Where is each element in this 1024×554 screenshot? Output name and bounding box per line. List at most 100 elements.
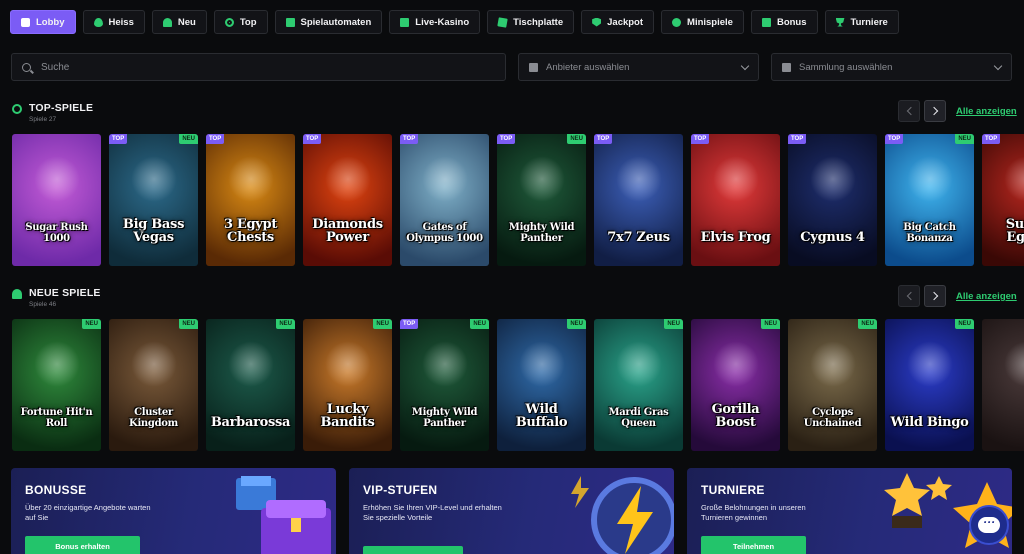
game-tile[interactable]: Mighty Wild Panther TOP NEU — [497, 134, 586, 266]
game-title: Fortune Hit'n Roll — [20, 407, 93, 429]
new-badge: NEU — [567, 134, 586, 144]
top-badge: TOP — [691, 134, 710, 144]
collection-select[interactable]: Sammlung auswählen — [771, 53, 1012, 81]
game-tile[interactable]: Cyclops Unchained NEU — [788, 319, 877, 451]
game-art-highlight — [34, 156, 80, 202]
new-games-row: Fortune Hit'n Roll NEU Cluster Kingdom NEU B… — [12, 319, 1024, 451]
nav-neu[interactable]: Neu — [151, 10, 207, 34]
game-title: Diamonds Power — [312, 217, 383, 245]
game-title: Mardi Gras Queen — [608, 407, 669, 429]
section-count: Spiele 46 — [29, 301, 57, 308]
game-tile[interactable]: Big Bass Vegas TOP NEU — [109, 134, 198, 266]
top-badge: TOP — [594, 134, 613, 144]
game-art-highlight — [422, 341, 468, 387]
next-button[interactable] — [924, 100, 946, 122]
game-art-highlight — [131, 156, 177, 202]
next-button[interactable] — [924, 285, 946, 307]
top-badge: TOP — [982, 134, 1001, 144]
promo-text: Über 20 einzigartige Angebote warten auf… — [25, 503, 151, 522]
chat-icon — [978, 517, 1000, 533]
vip-button[interactable] — [363, 546, 463, 554]
game-tile[interactable]: Sugar Rush 1000 — [12, 134, 101, 266]
game-tile[interactable]: Super Egypt TOP — [982, 134, 1024, 266]
category-nav: Lobby Heiss Neu Top Spielautomaten Live-… — [10, 10, 899, 36]
game-tile[interactable]: Wild Buffalo NEU — [497, 319, 586, 451]
game-tile[interactable]: 7x7 Zeus TOP — [594, 134, 683, 266]
game-tile[interactable]: Big Catch Bonanza TOP NEU — [885, 134, 974, 266]
game-tile[interactable]: Elvis Frog TOP — [691, 134, 780, 266]
game-title: Barbarossa — [210, 415, 291, 430]
gamepad-icon — [21, 17, 30, 27]
game-tile[interactable]: Cygnus 4 TOP — [788, 134, 877, 266]
chevron-right-icon — [929, 106, 938, 116]
game-tile[interactable]: Gorilla Boost NEU — [691, 319, 780, 451]
gift-icon — [761, 17, 771, 27]
live-casino-icon — [400, 17, 410, 27]
game-art-highlight — [34, 341, 80, 387]
nav-tischplatte[interactable]: Tischplatte — [487, 10, 575, 34]
promo-bonuses: BONUSSE Über 20 einzigartige Angebote wa… — [11, 468, 336, 554]
nav-label: Tischplatte — [513, 16, 564, 28]
nav-label: Spielautomaten — [300, 16, 372, 28]
game-tile[interactable]: Mighty Wild Panther TOP NEU — [400, 319, 489, 451]
get-bonus-button[interactable]: Bonus erhalten — [25, 536, 140, 554]
top-games-see-all-link[interactable]: Alle anzeigen — [956, 106, 1017, 117]
live-chat-button[interactable] — [969, 505, 1009, 545]
new-badge: NEU — [179, 319, 198, 329]
game-art-highlight — [713, 341, 759, 387]
game-tile[interactable]: Cluster Kingdom NEU — [109, 319, 198, 451]
new-badge: NEU — [179, 134, 198, 144]
game-art-highlight — [228, 341, 274, 387]
promo-text: Große Belohnungen in unseren Turnieren g… — [701, 503, 806, 522]
prev-button[interactable] — [898, 285, 920, 307]
search-input[interactable] — [41, 61, 481, 73]
nav-label: Top — [239, 16, 257, 28]
section-count: Spiele 27 — [29, 116, 57, 123]
game-tile[interactable]: Fortune Hit'n Roll NEU — [12, 319, 101, 451]
game-title: Gates of Olympus 1000 — [406, 222, 483, 244]
nav-heiss[interactable]: Heiss — [82, 10, 145, 34]
promo-title: TURNIERE — [701, 483, 765, 497]
nav-spielautomaten[interactable]: Spielautomaten — [274, 10, 383, 34]
game-tile[interactable]: Diamonds Power TOP — [303, 134, 392, 266]
fire-icon — [93, 17, 103, 27]
cards-icon — [497, 16, 508, 28]
chevron-left-icon — [906, 106, 915, 116]
top-games-pager — [898, 100, 946, 122]
game-tile[interactable]: Wild Bingo NEU — [885, 319, 974, 451]
nav-label: Bonus — [776, 16, 807, 28]
nav-label: Turniere — [850, 16, 888, 28]
game-title: Wild Bingo — [890, 415, 969, 430]
promo-title: BONUSSE — [25, 483, 87, 497]
game-tile[interactable]: 3 Egypt Chests TOP — [206, 134, 295, 266]
provider-icon — [529, 62, 538, 72]
game-tile[interactable]: Barbarossa NEU — [206, 319, 295, 451]
game-title: Mighty Wild Panther — [411, 407, 478, 429]
nav-label: Minispiele — [687, 16, 733, 28]
game-tile[interactable]: Gates of Olympus 1000 TOP — [400, 134, 489, 266]
game-art-highlight — [713, 156, 759, 202]
nav-minispiele[interactable]: Minispiele — [661, 10, 744, 34]
game-title: 3 Egypt Chests — [223, 217, 278, 245]
collection-icon — [782, 62, 791, 72]
prev-button[interactable] — [898, 100, 920, 122]
minigames-icon — [672, 17, 682, 27]
nav-bonus[interactable]: Bonus — [750, 10, 818, 34]
join-tournament-button[interactable]: Teilnehmen — [701, 536, 806, 554]
game-tile[interactable]: Mardi Gras Queen NEU — [594, 319, 683, 451]
game-title: Cygnus 4 — [800, 230, 865, 245]
nav-jackpot[interactable]: Jackpot — [581, 10, 655, 34]
game-title: Cyclops Unchained — [803, 407, 862, 429]
nav-lobby[interactable]: Lobby — [10, 10, 76, 34]
game-tile[interactable]: Lucky Bandits NEU — [303, 319, 392, 451]
chevron-down-icon — [993, 61, 1003, 70]
nav-live-kasino[interactable]: Live-Kasino — [389, 10, 481, 34]
nav-top[interactable]: Top — [213, 10, 268, 34]
provider-select[interactable]: Anbieter auswählen — [518, 53, 759, 81]
new-games-see-all-link[interactable]: Alle anzeigen — [956, 291, 1017, 302]
game-art-highlight — [907, 156, 953, 202]
nav-turniere[interactable]: Turniere — [824, 10, 899, 34]
game-title: Big Catch Bonanza — [903, 222, 956, 244]
game-art-highlight — [422, 156, 468, 202]
game-tile[interactable] — [982, 319, 1024, 451]
